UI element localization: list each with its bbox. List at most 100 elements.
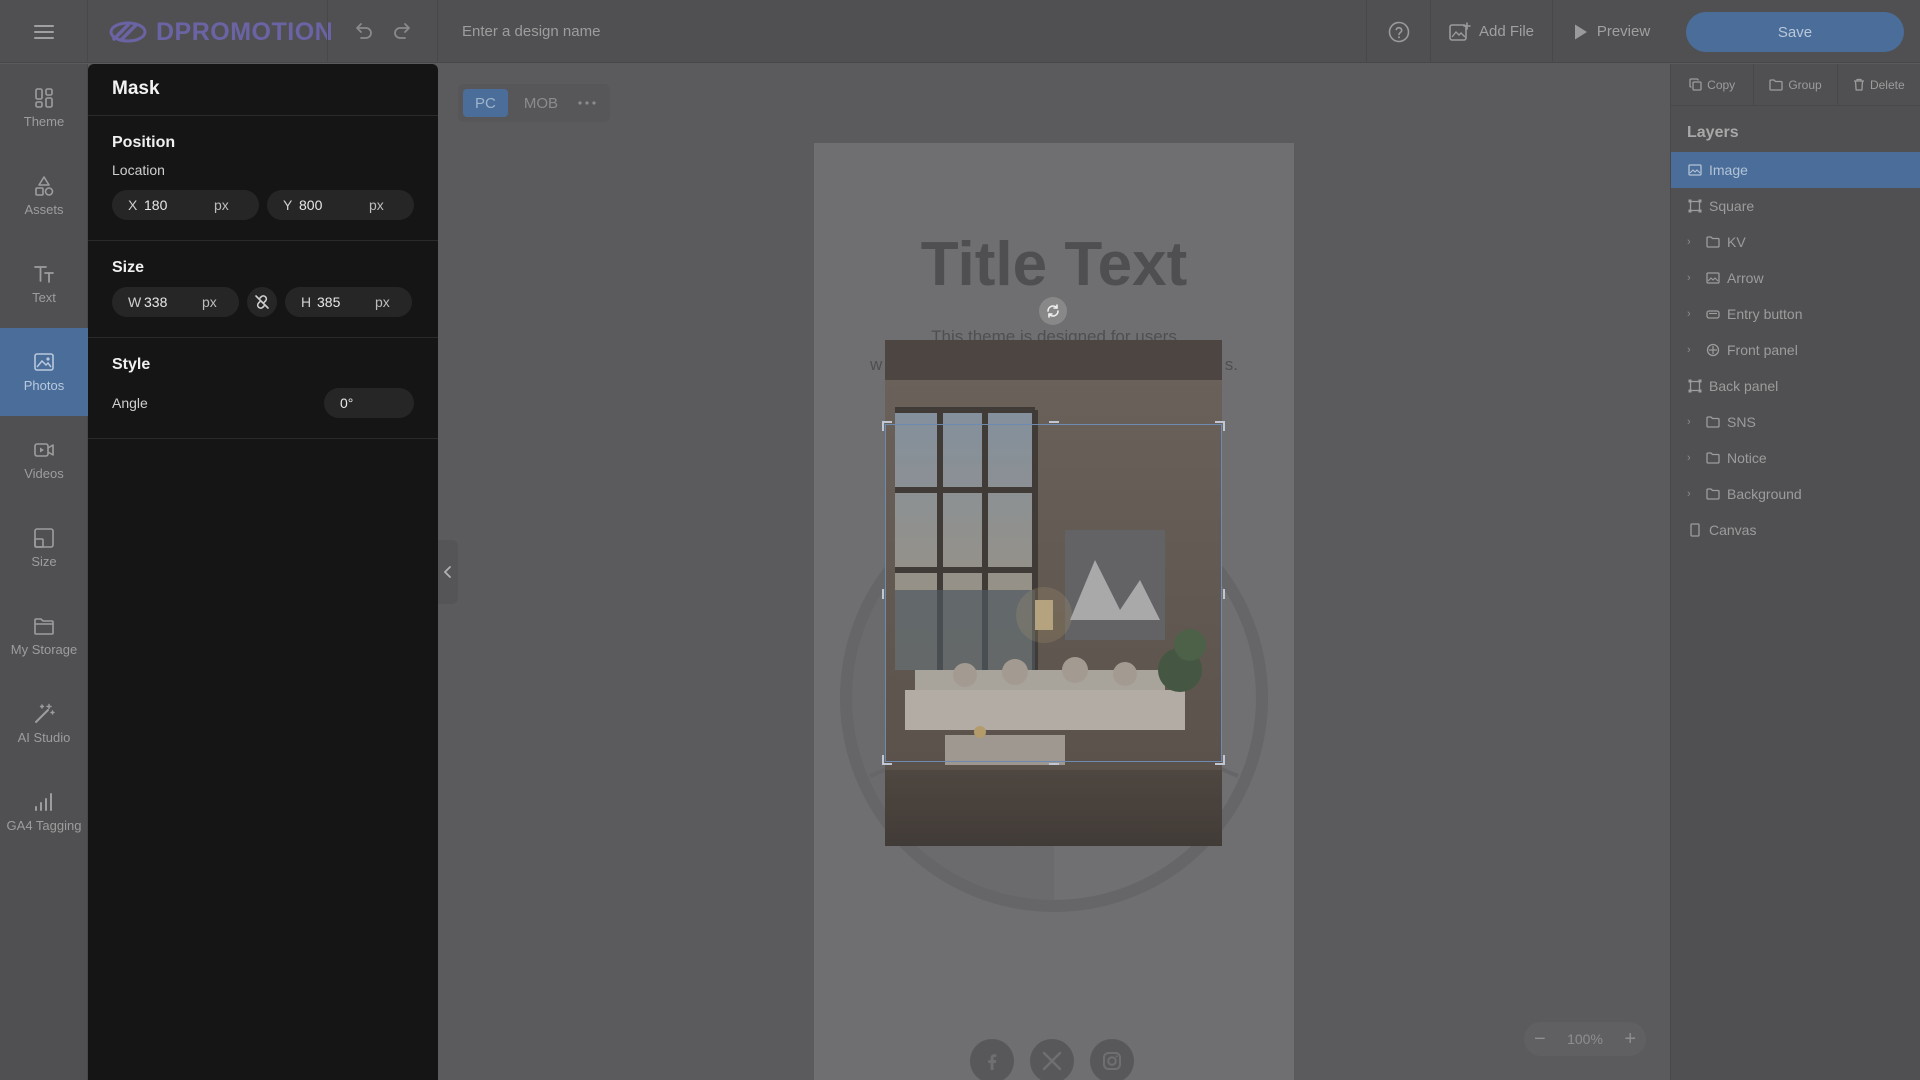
layer-label: Arrow [1727, 270, 1764, 286]
redo-icon [394, 23, 410, 39]
preview-button[interactable]: Preview [1552, 0, 1670, 63]
play-icon [1574, 24, 1587, 39]
position-section: Position Location X px Y px [88, 116, 438, 241]
angle-field[interactable] [324, 388, 414, 418]
redo-button[interactable] [390, 17, 416, 45]
mask-selection-box[interactable] [882, 421, 1225, 765]
resize-handle-bottom-left[interactable] [882, 755, 892, 765]
resize-handle-top-left[interactable] [882, 421, 892, 431]
layer-item-square[interactable]: Square [1671, 188, 1920, 224]
angle-label: Angle [112, 395, 148, 411]
layer-item-background[interactable]: › Background [1671, 476, 1920, 512]
chevron-right-icon[interactable]: › [1687, 308, 1699, 320]
layer-item-sns[interactable]: › SNS [1671, 404, 1920, 440]
x-input[interactable] [144, 197, 214, 213]
nav-item-my-storage[interactable]: My Storage [0, 592, 88, 680]
canvas-title[interactable]: Title Text [814, 229, 1294, 300]
layer-label: Square [1709, 198, 1755, 214]
left-nav: Theme Assets Text Photos Videos Size My … [0, 64, 88, 1080]
add-image-icon [1449, 21, 1471, 41]
resize-handle-bottom-right[interactable] [1215, 755, 1225, 765]
divider [327, 0, 328, 63]
location-label: Location [112, 162, 165, 178]
layer-item-image[interactable]: Image [1671, 152, 1920, 188]
rotate-handle[interactable] [1039, 297, 1067, 325]
layer-item-entry-button[interactable]: › Entry button [1671, 296, 1920, 332]
app-logo[interactable]: DPROMOTION [108, 14, 333, 50]
chevron-right-icon[interactable]: › [1687, 452, 1699, 464]
folder-icon [1706, 488, 1720, 500]
nav-item-photos[interactable]: Photos [0, 328, 88, 416]
width-field[interactable]: W px [112, 287, 239, 317]
zoom-in-button[interactable]: + [1624, 1029, 1636, 1049]
nav-label: GA4 Tagging [6, 817, 82, 833]
assets-icon [35, 176, 54, 196]
more-options-button[interactable] [574, 89, 600, 117]
nav-label: Assets [24, 201, 64, 217]
y-field[interactable]: Y px [267, 190, 414, 220]
chevron-right-icon[interactable]: › [1687, 344, 1699, 356]
logo-text: DPROMOTION [156, 17, 334, 46]
layer-item-notice[interactable]: › Notice [1671, 440, 1920, 476]
facebook-icon[interactable] [970, 1039, 1014, 1080]
height-input[interactable] [317, 294, 375, 310]
chevron-right-icon[interactable]: › [1687, 488, 1699, 500]
layer-item-arrow[interactable]: › Arrow [1671, 260, 1920, 296]
zoom-level: 100% [1567, 1031, 1603, 1047]
copy-button[interactable]: Copy [1671, 64, 1755, 105]
layer-item-canvas[interactable]: Canvas [1671, 512, 1920, 548]
top-bar: DPROMOTION Add File Preview Save [0, 0, 1920, 63]
undo-button[interactable] [350, 17, 376, 45]
layer-label: Background [1727, 486, 1802, 502]
layer-item-front-panel[interactable]: › Front panel [1671, 332, 1920, 368]
width-input[interactable] [144, 294, 202, 310]
layer-label: Notice [1727, 450, 1767, 466]
add-file-button[interactable]: Add File [1430, 0, 1552, 63]
collapse-panel-button[interactable] [438, 540, 458, 604]
help-button[interactable] [1366, 0, 1430, 63]
resize-handle-bottom[interactable] [1049, 755, 1059, 765]
angle-input[interactable] [340, 395, 400, 411]
layer-item-back-panel[interactable]: Back panel [1671, 368, 1920, 404]
nav-item-ga4-tagging[interactable]: GA4 Tagging [0, 768, 88, 856]
theme-icon [35, 88, 53, 108]
x-twitter-icon[interactable] [1030, 1039, 1074, 1080]
resize-handle-top-right[interactable] [1215, 421, 1225, 431]
delete-button[interactable]: Delete [1838, 64, 1920, 105]
facebook-glyph [988, 1054, 997, 1070]
aspect-lock-button[interactable] [247, 287, 277, 317]
sns-row [970, 1039, 1134, 1080]
folder-icon [1769, 78, 1783, 91]
nav-item-theme[interactable]: Theme [0, 64, 88, 152]
resize-handle-left[interactable] [882, 589, 892, 599]
height-field[interactable]: H px [285, 287, 412, 317]
x-glyph [1042, 1051, 1062, 1071]
nav-label: My Storage [10, 641, 78, 657]
chevron-right-icon[interactable]: › [1687, 416, 1699, 428]
chevron-right-icon[interactable]: › [1687, 272, 1699, 284]
resize-handle-right[interactable] [1215, 589, 1225, 599]
group-button[interactable]: Group [1754, 64, 1838, 105]
tab-mob[interactable]: MOB [512, 89, 570, 117]
delete-label: Delete [1869, 77, 1905, 92]
zoom-out-button[interactable]: − [1534, 1029, 1546, 1049]
nav-item-assets[interactable]: Assets [0, 152, 88, 240]
folder-icon [1706, 452, 1720, 464]
instagram-icon[interactable] [1090, 1039, 1134, 1080]
tab-pc[interactable]: PC [463, 89, 508, 117]
nav-item-videos[interactable]: Videos [0, 416, 88, 504]
desc-line-2-end: s. [1224, 355, 1238, 374]
unit-label: px [214, 197, 229, 213]
nav-item-ai-studio[interactable]: AI Studio [0, 680, 88, 768]
component-icon [1706, 343, 1720, 357]
design-name-input[interactable] [462, 18, 1062, 44]
y-input[interactable] [299, 197, 369, 213]
chevron-right-icon[interactable]: › [1687, 236, 1699, 248]
layer-item-kv[interactable]: › KV [1671, 224, 1920, 260]
x-field[interactable]: X px [112, 190, 259, 220]
save-button[interactable]: Save [1686, 12, 1904, 52]
nav-item-text[interactable]: Text [0, 240, 88, 328]
menu-button[interactable] [0, 0, 88, 63]
nav-item-size[interactable]: Size [0, 504, 88, 592]
resize-handle-top[interactable] [1049, 421, 1059, 431]
